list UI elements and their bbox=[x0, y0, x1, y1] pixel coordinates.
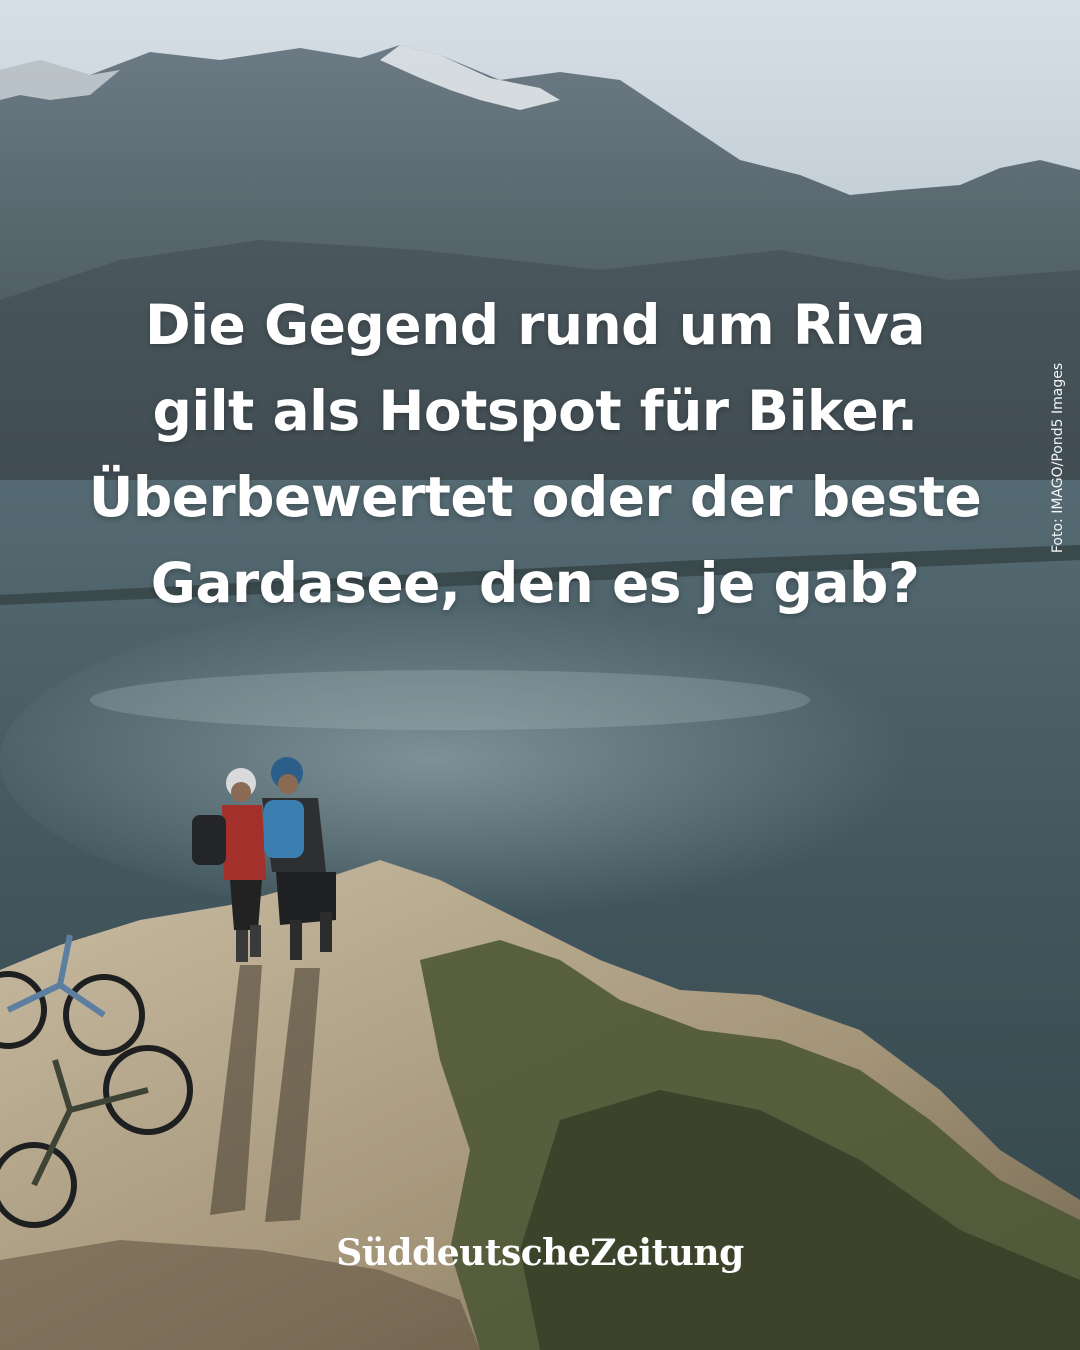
photo-credit: Foto: IMAGO/Pond5 Images bbox=[1050, 362, 1066, 554]
background-photo bbox=[0, 0, 1080, 1350]
headline-line: Gardasee, den es je gab? bbox=[150, 551, 920, 615]
lake-glare bbox=[0, 600, 960, 920]
publisher-logo: SüddeutscheZeitung bbox=[336, 1232, 744, 1274]
post-canvas: Die Gegend rund um Riva gilt als Hotspot… bbox=[0, 0, 1080, 1350]
headline-line: Überbewertet oder der beste bbox=[88, 465, 982, 529]
lake-glare-strip bbox=[90, 670, 810, 730]
headline-line: gilt als Hotspot für Biker. bbox=[152, 379, 918, 443]
headline: Die Gegend rund um Riva gilt als Hotspot… bbox=[40, 282, 1030, 626]
headline-line: Die Gegend rund um Riva bbox=[145, 293, 925, 357]
